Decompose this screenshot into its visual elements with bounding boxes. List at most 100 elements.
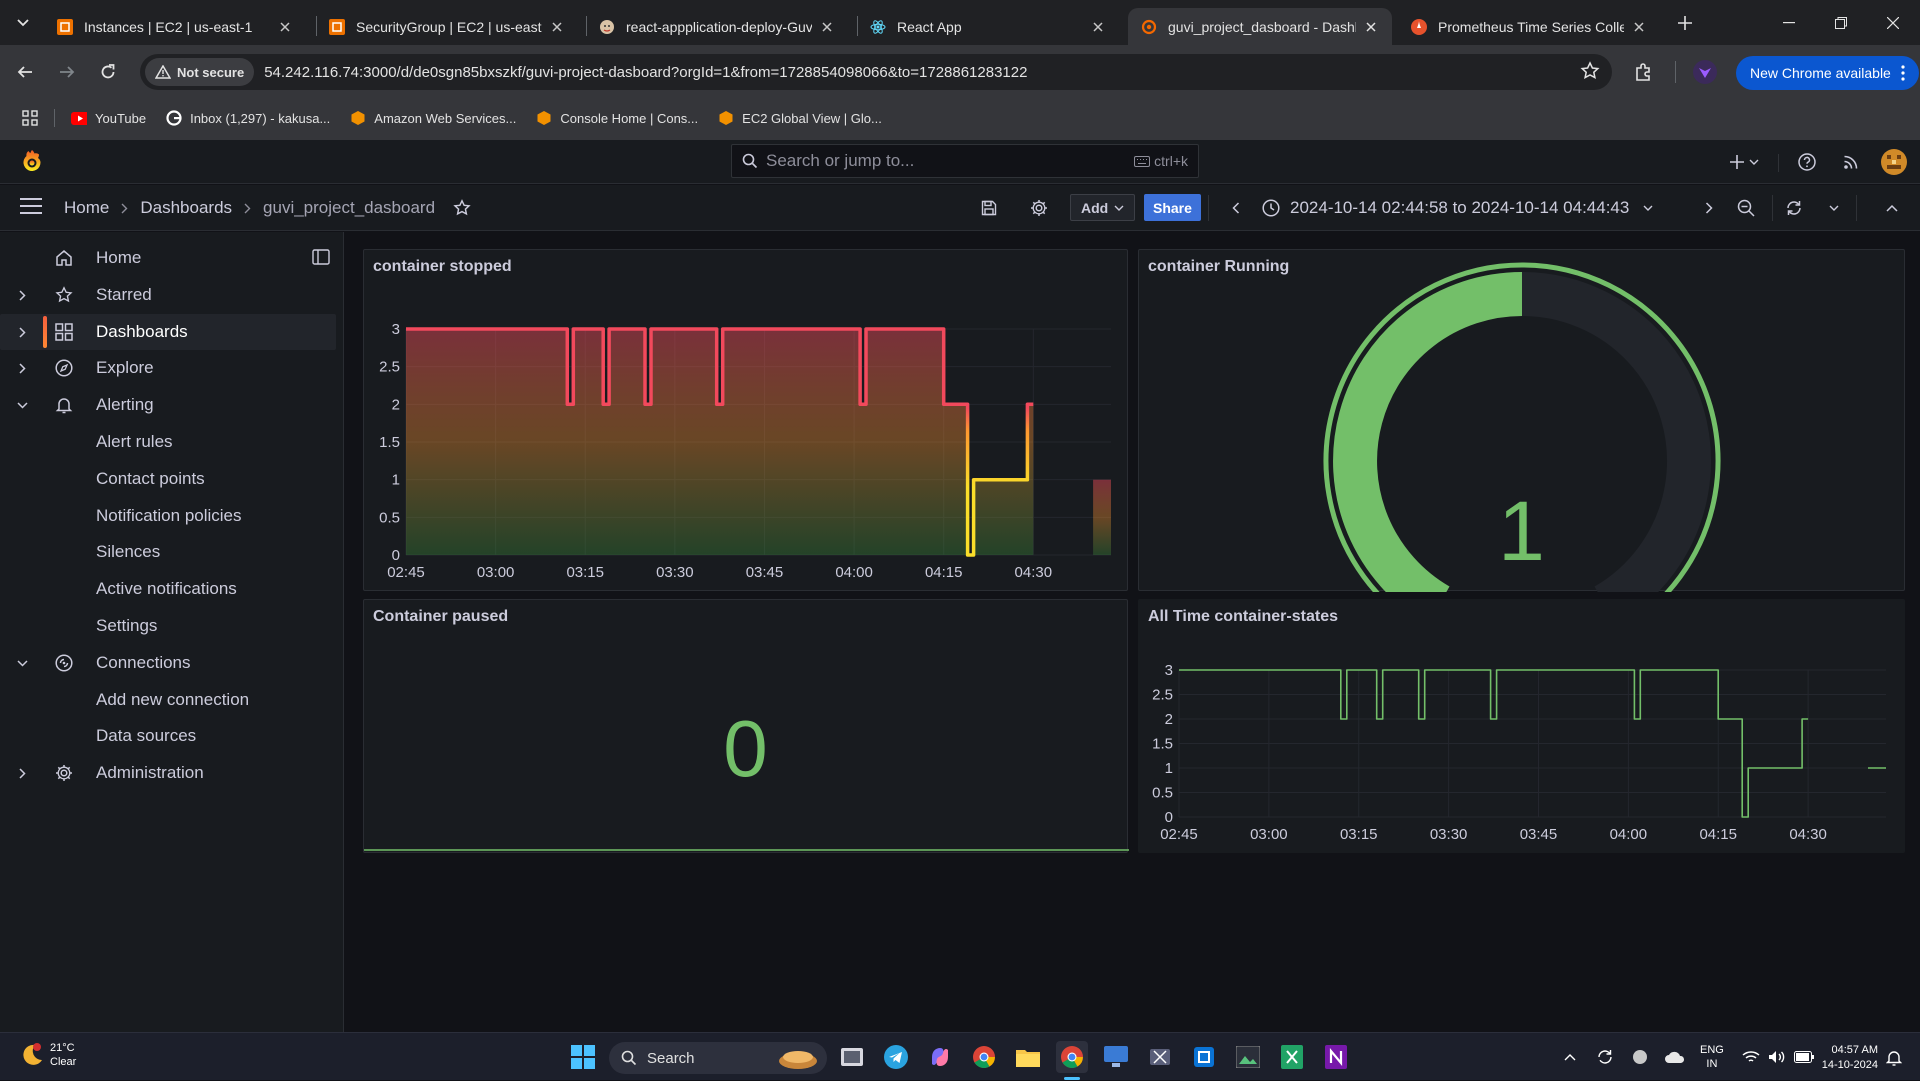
onenote-icon[interactable]: [1320, 1041, 1352, 1073]
grafana-search-bar[interactable]: Search or jump to... ctrl+k: [731, 144, 1199, 178]
reload-button[interactable]: [91, 55, 125, 89]
tab-search-button[interactable]: [8, 8, 38, 38]
taskbar-search[interactable]: Search: [609, 1042, 827, 1074]
snipping-tool-icon[interactable]: [1144, 1041, 1176, 1073]
browser-tab-prometheus[interactable]: Prometheus Time Series Collectio: [1398, 8, 1660, 45]
bookmark-inbox[interactable]: Inbox (1,297) - kakusa...: [166, 110, 330, 126]
chevron-down-icon[interactable]: [15, 398, 29, 412]
panel-container-running[interactable]: container Running 1: [1138, 249, 1905, 592]
wifi-icon[interactable]: [1742, 1050, 1760, 1064]
bookmark-console-home[interactable]: Console Home | Cons...: [536, 110, 698, 126]
breadcrumb-home[interactable]: Home: [64, 198, 109, 218]
chevron-right-icon[interactable]: [15, 766, 29, 780]
zoom-out-button[interactable]: [1732, 196, 1760, 220]
chevron-right-icon[interactable]: [15, 361, 29, 375]
extensions-button[interactable]: [1627, 55, 1661, 89]
close-tab-icon[interactable]: [1630, 18, 1648, 36]
close-tab-icon[interactable]: [818, 18, 836, 36]
add-panel-button[interactable]: Add: [1070, 194, 1136, 221]
status-dot-icon[interactable]: [1632, 1049, 1648, 1065]
menu-item-notification-policies[interactable]: Notification policies: [0, 498, 336, 534]
onedrive-icon[interactable]: [1664, 1050, 1686, 1064]
browser-tab-react-app[interactable]: React App: [857, 8, 1119, 45]
task-view-icon[interactable]: [836, 1041, 868, 1073]
volume-icon[interactable]: [1768, 1050, 1786, 1064]
close-tab-icon[interactable]: [276, 18, 294, 36]
menu-item-alert-rules[interactable]: Alert rules: [0, 424, 336, 460]
chrome-icon[interactable]: [968, 1041, 1000, 1073]
menu-item-dashboards[interactable]: Dashboards: [0, 314, 336, 350]
profile-avatar[interactable]: [1688, 55, 1722, 89]
bookmark-aws[interactable]: Amazon Web Services...: [350, 110, 516, 126]
menu-item-connections[interactable]: Connections: [0, 645, 336, 681]
menu-item-starred[interactable]: Starred: [0, 277, 336, 313]
photos-icon[interactable]: [1232, 1041, 1264, 1073]
menu-item-home[interactable]: Home: [0, 240, 336, 276]
menu-item-data-sources[interactable]: Data sources: [0, 718, 336, 754]
panel-container-stopped[interactable]: container stopped 0 0.5 1 1.5 2 2.5 3 02:45 03:0…: [363, 249, 1128, 591]
url-text[interactable]: 54.242.116.74:3000/d/de0sgn85bxszkf/guvi…: [264, 64, 1027, 81]
restore-button[interactable]: [1818, 0, 1864, 45]
system-clock[interactable]: 04:57 AM 14-10-2024: [1816, 1043, 1878, 1073]
telegram-icon[interactable]: [880, 1041, 912, 1073]
sync-icon[interactable]: [1596, 1048, 1614, 1066]
browser-tab-grafana[interactable]: guvi_project_dasboard - Dashboa: [1128, 8, 1392, 45]
bookmark-youtube[interactable]: YouTube: [71, 110, 146, 126]
new-chrome-available-button[interactable]: New Chrome available: [1736, 56, 1919, 90]
help-icon[interactable]: [1794, 148, 1820, 176]
time-shift-forward-button[interactable]: [1695, 196, 1723, 220]
menu-item-administration[interactable]: Administration: [0, 755, 336, 791]
time-shift-back-button[interactable]: [1222, 196, 1250, 220]
copilot-icon[interactable]: [924, 1041, 956, 1073]
forward-button[interactable]: [50, 55, 84, 89]
breadcrumb-dashboards[interactable]: Dashboards: [140, 198, 232, 218]
address-bar[interactable]: Not secure 54.242.116.74:3000/d/de0sgn85…: [140, 54, 1612, 90]
panel-container-paused[interactable]: Container paused 0: [363, 599, 1129, 853]
refresh-button[interactable]: [1780, 196, 1808, 220]
menu-toggle-icon[interactable]: [20, 197, 42, 215]
user-avatar[interactable]: [1880, 148, 1908, 176]
close-window-button[interactable]: [1870, 0, 1916, 45]
close-tab-icon[interactable]: [1362, 18, 1380, 36]
new-tab-button[interactable]: [1670, 8, 1700, 38]
security-chip[interactable]: Not secure: [145, 58, 255, 86]
menu-item-contact-points[interactable]: Contact points: [0, 461, 336, 497]
chevron-right-icon[interactable]: [15, 288, 29, 302]
apps-grid-icon[interactable]: [22, 110, 38, 126]
remote-desktop-icon[interactable]: [1100, 1041, 1132, 1073]
language-indicator[interactable]: ENG IN: [1700, 1043, 1724, 1071]
bookmark-star-icon[interactable]: [1580, 61, 1600, 81]
dashboard-settings-icon[interactable]: [1025, 196, 1053, 220]
new-menu-button[interactable]: [1726, 148, 1762, 176]
file-explorer-icon[interactable]: [1012, 1041, 1044, 1073]
menu-item-explore[interactable]: Explore: [0, 350, 336, 386]
browser-tab-securitygroup[interactable]: SecurityGroup | EC2 | us-east-1: [316, 8, 578, 45]
close-tab-icon[interactable]: [548, 18, 566, 36]
close-tab-icon[interactable]: [1089, 18, 1107, 36]
chevron-right-icon[interactable]: [15, 325, 29, 339]
weather-widget[interactable]: 21°C Clear: [18, 1041, 76, 1069]
vscode-icon[interactable]: [1188, 1041, 1220, 1073]
bookmark-ec2-global-view[interactable]: EC2 Global View | Glo...: [718, 110, 882, 126]
share-button[interactable]: Share: [1144, 194, 1201, 221]
minimize-button[interactable]: [1766, 0, 1812, 45]
mark-favorite-star-icon[interactable]: [453, 199, 471, 217]
save-dashboard-icon[interactable]: [975, 196, 1003, 220]
chevron-up-icon[interactable]: [1564, 1053, 1576, 1061]
time-range-picker[interactable]: 2024-10-14 02:44:58 to 2024-10-14 04:44:…: [1262, 185, 1653, 231]
menu-item-add-new-connection[interactable]: Add new connection: [0, 682, 336, 718]
battery-icon[interactable]: [1793, 1051, 1814, 1063]
excel-icon[interactable]: [1276, 1041, 1308, 1073]
chevron-down-icon[interactable]: [15, 656, 29, 670]
panel-all-time-container-states[interactable]: All Time container-states 0 0.5 1 1.5 2 2.5 3 0…: [1138, 599, 1905, 853]
news-feed-icon[interactable]: [1838, 148, 1864, 176]
collapse-toolbar-button[interactable]: [1878, 196, 1906, 220]
browser-tab-instances[interactable]: Instances | EC2 | us-east-1: [44, 8, 306, 45]
menu-item-active-notifications[interactable]: Active notifications: [0, 571, 336, 607]
refresh-interval-dropdown[interactable]: [1820, 196, 1848, 220]
menu-item-alerting[interactable]: Alerting: [0, 387, 336, 423]
chrome-profile-icon[interactable]: [1056, 1041, 1088, 1073]
browser-tab-jenkins[interactable]: react-appplication-deploy-Guvi [J: [586, 8, 848, 45]
notification-bell-icon[interactable]: [1886, 1049, 1902, 1067]
menu-item-silences[interactable]: Silences: [0, 534, 336, 570]
